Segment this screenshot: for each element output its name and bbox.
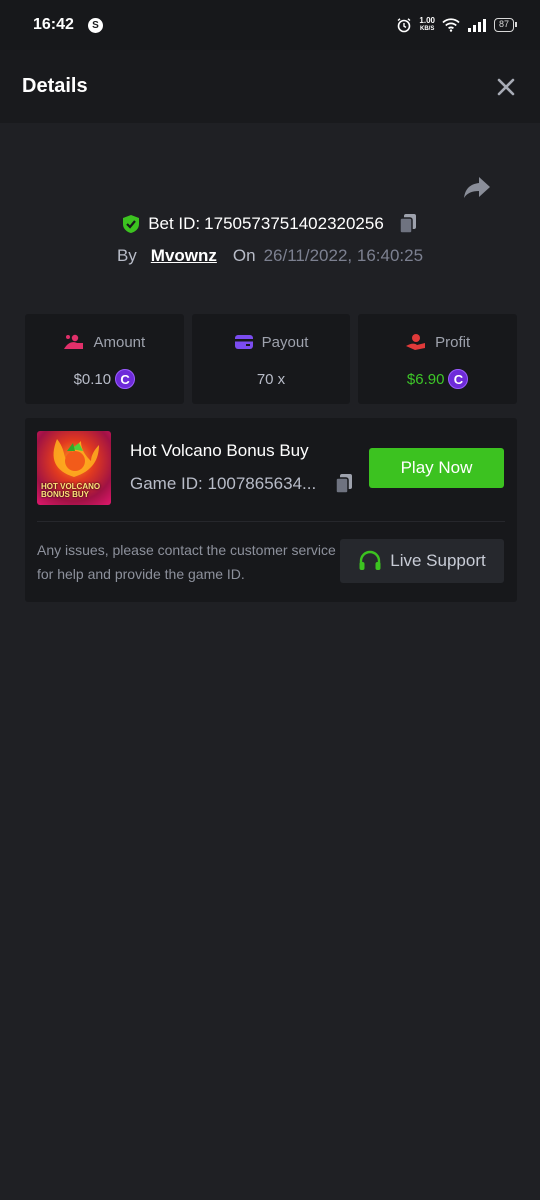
stat-card-amount: Amount $0.10 C	[25, 314, 184, 404]
bet-datetime: 26/11/2022, 16:40:25	[263, 246, 424, 265]
amount-value: $0.10	[73, 370, 112, 388]
signal-icon	[467, 19, 486, 32]
wifi-icon	[442, 18, 460, 32]
game-thumbnail[interactable]: HOT VOLCANO BONUS BUY	[37, 431, 111, 505]
verified-shield-icon	[123, 215, 140, 233]
copy-game-id-icon[interactable]	[334, 473, 354, 495]
game-id: Game ID: 1007865634...	[130, 474, 317, 493]
payout-label: Payout	[261, 333, 309, 351]
live-support-button[interactable]: Live Support	[340, 539, 504, 583]
coin-icon: C	[115, 369, 136, 389]
details-header: Details	[0, 50, 540, 123]
share-button[interactable]	[462, 175, 492, 201]
close-button[interactable]	[494, 75, 518, 99]
bet-id-label: Bet ID:	[148, 214, 201, 233]
support-hint-text: Any issues, please contact the customer …	[37, 542, 336, 582]
app-notification-icon: S	[87, 17, 103, 33]
status-right-group: 1.00 KB/S 87	[396, 16, 518, 33]
stat-card-payout: Payout 70 x	[191, 314, 351, 404]
network-speed: 1.00 KB/S	[419, 16, 435, 33]
on-label: On	[232, 246, 256, 265]
battery-indicator: 87	[493, 18, 518, 32]
bet-stats: Amount $0.10 C Payout 70 x Profit $6.90 …	[25, 314, 518, 404]
profit-label: Profit	[435, 333, 471, 351]
stat-card-profit: Profit $6.90 C	[358, 314, 518, 404]
coin-icon: C	[448, 369, 469, 389]
coins-hand-icon	[64, 334, 84, 349]
close-icon	[497, 78, 515, 95]
game-thumbnail-text: HOT VOLCANO BONUS BUY	[41, 482, 101, 499]
bet-id-row: Bet ID: 1750573751402320256	[0, 211, 540, 237]
by-label: By	[116, 246, 137, 265]
game-title: Hot Volcano Bonus Buy	[130, 441, 309, 460]
card-icon	[234, 335, 253, 349]
game-card: HOT VOLCANO BONUS BUY Hot Volcano Bonus …	[25, 418, 517, 602]
status-time: 16:42	[33, 16, 74, 33]
amount-label: Amount	[93, 333, 146, 351]
bet-meta-row: By Mvownz On 26/11/2022, 16:40:25	[0, 243, 540, 269]
page-title: Details	[22, 75, 88, 97]
payout-value: 70 x	[256, 370, 286, 388]
profit-value: $6.90	[406, 370, 445, 388]
copy-icon[interactable]	[398, 213, 418, 235]
play-now-button[interactable]: Play Now	[369, 448, 504, 488]
share-icon	[464, 177, 490, 198]
bet-id-value: 1750573751402320256	[204, 214, 384, 233]
live-support-label: Live Support	[390, 551, 486, 570]
user-link[interactable]: Mvownz	[151, 246, 217, 266]
hand-coin-icon	[406, 334, 426, 350]
alarm-icon	[397, 18, 411, 33]
status-bar: 16:42 S 1.00 KB/S 87	[0, 0, 540, 50]
headset-icon	[359, 550, 381, 570]
divider	[37, 521, 505, 522]
